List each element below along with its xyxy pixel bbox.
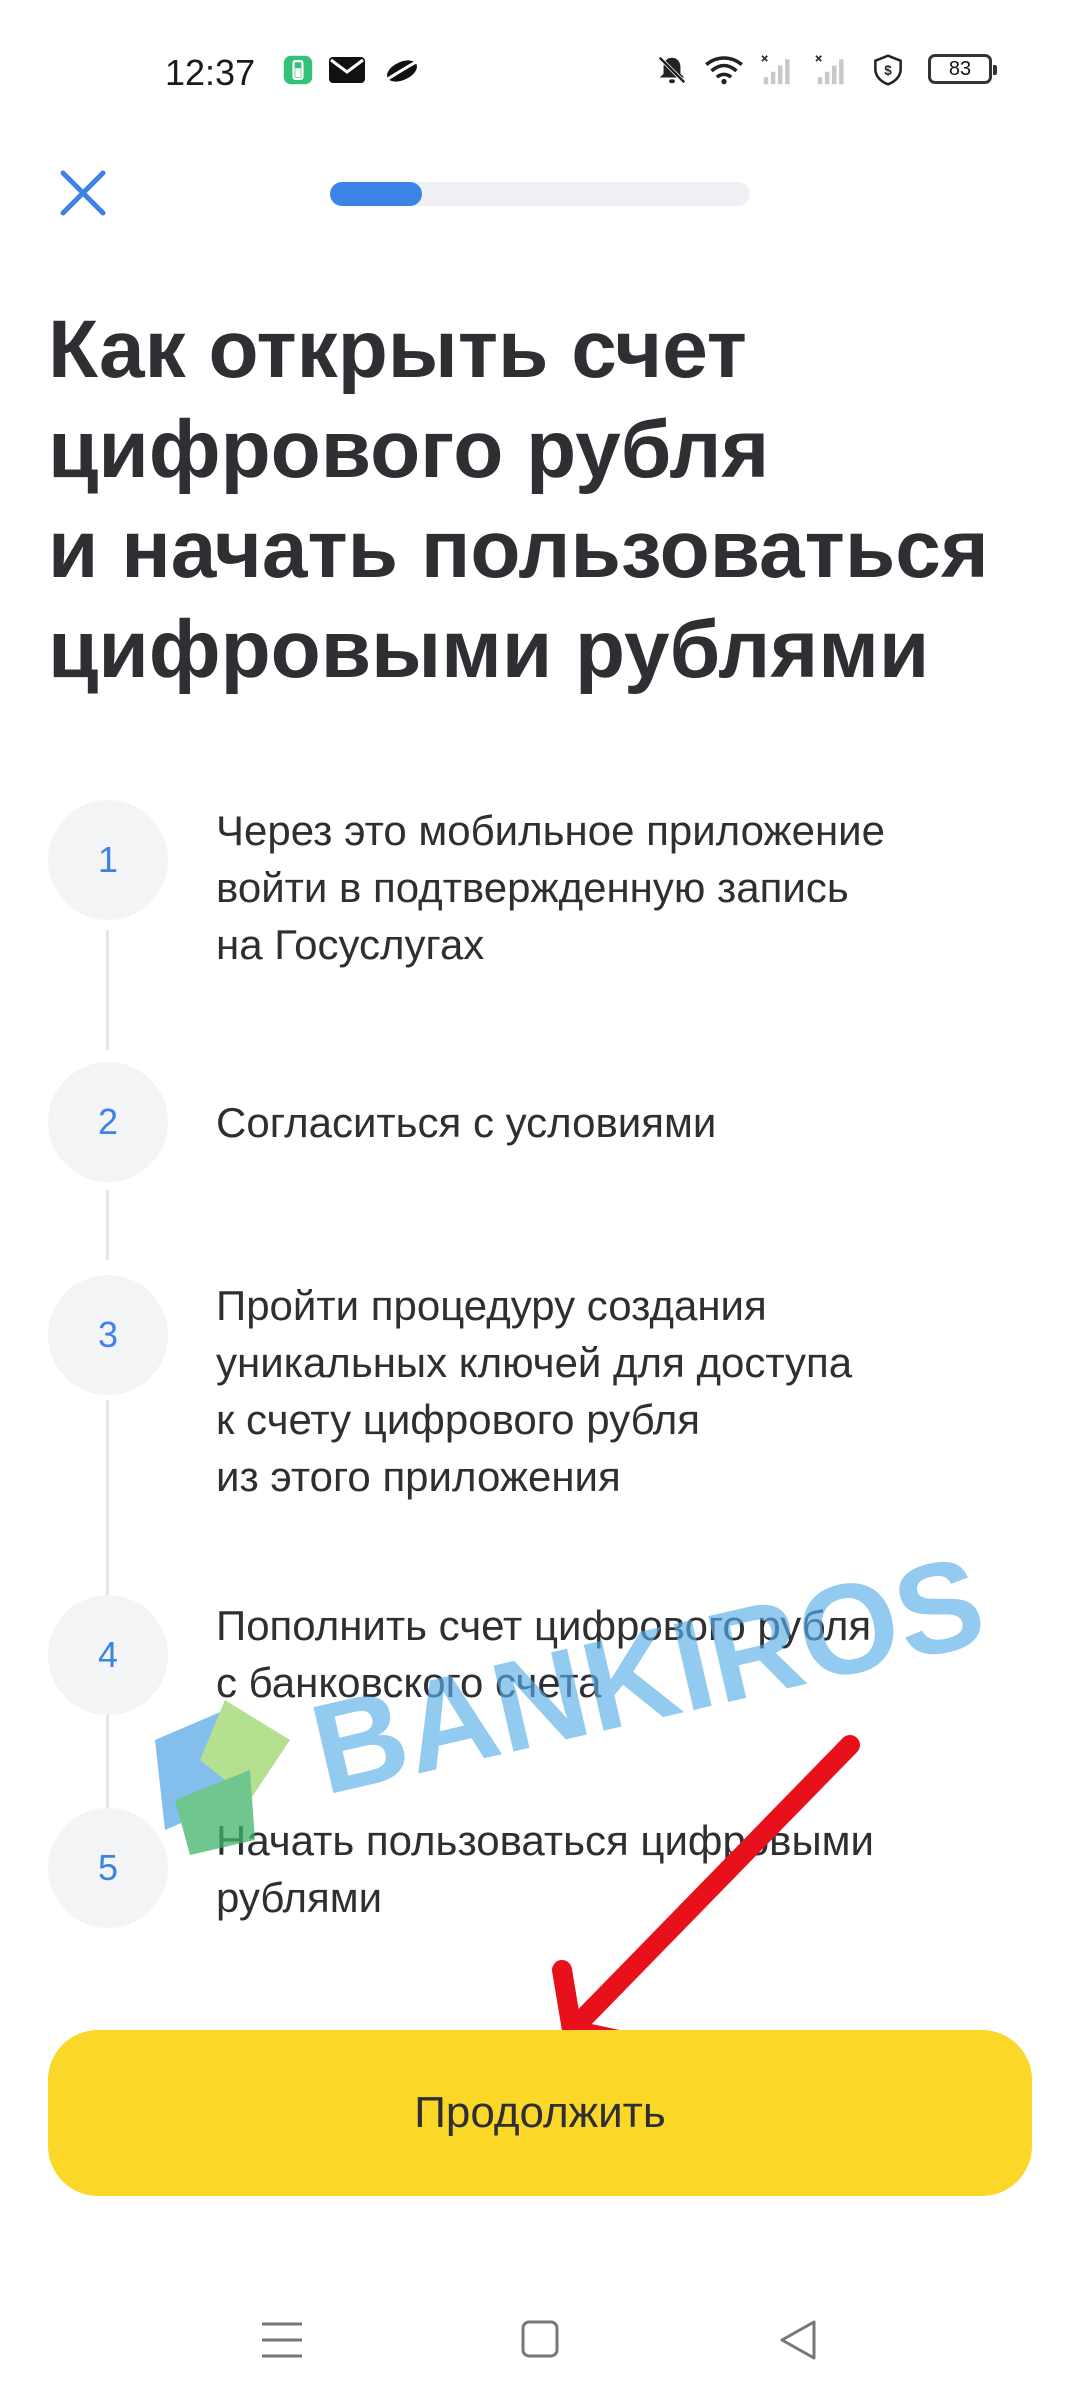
home-button[interactable] xyxy=(510,2310,570,2370)
progress-bar xyxy=(330,182,750,206)
signal-icon xyxy=(761,55,790,85)
menu-button[interactable] xyxy=(252,2310,312,2370)
status-bar: 12:37 $ 83 xyxy=(0,0,1080,140)
step-connector xyxy=(106,1400,109,1625)
back-icon xyxy=(780,2320,816,2360)
step-text: Начать пользоваться цифровыми рублями xyxy=(216,1817,875,1921)
step-number: 5 xyxy=(48,1808,168,1928)
step-connector xyxy=(106,1190,109,1260)
step-text: Пополнить счет цифрового рубля с банковс… xyxy=(216,1602,872,1706)
shield-icon: $ xyxy=(874,54,902,86)
step-number: 3 xyxy=(48,1275,168,1395)
battery-icon: 83 xyxy=(928,54,997,84)
step-connector xyxy=(106,930,109,1050)
step-number: 1 xyxy=(48,800,168,920)
signal-icon xyxy=(815,55,844,85)
mail-icon xyxy=(329,57,365,83)
status-time: 12:37 xyxy=(165,52,256,93)
battery-saver-icon xyxy=(283,55,313,85)
close-icon xyxy=(60,170,106,216)
back-button[interactable] xyxy=(768,2310,828,2370)
home-icon xyxy=(521,2320,559,2358)
continue-button[interactable]: Продолжить xyxy=(48,2030,1032,2196)
app-icon xyxy=(385,58,421,82)
step-number: 2 xyxy=(48,1062,168,1182)
step-number: 4 xyxy=(48,1595,168,1715)
menu-icon xyxy=(262,2322,302,2358)
wifi-icon xyxy=(705,56,743,85)
mute-icon xyxy=(658,56,686,84)
step-text: Согласиться с условиями xyxy=(216,1099,717,1146)
page-title: Как открыть счет цифрового рубля и начат… xyxy=(48,304,989,695)
svg-text:$: $ xyxy=(884,63,892,78)
step-connector xyxy=(106,1715,109,1815)
close-button[interactable] xyxy=(55,165,115,225)
step-text: Пройти процедуру создания уникальных клю… xyxy=(216,1282,853,1500)
progress-fill xyxy=(330,182,423,206)
step-text: Через это мобильное приложение войти в п… xyxy=(216,807,885,968)
